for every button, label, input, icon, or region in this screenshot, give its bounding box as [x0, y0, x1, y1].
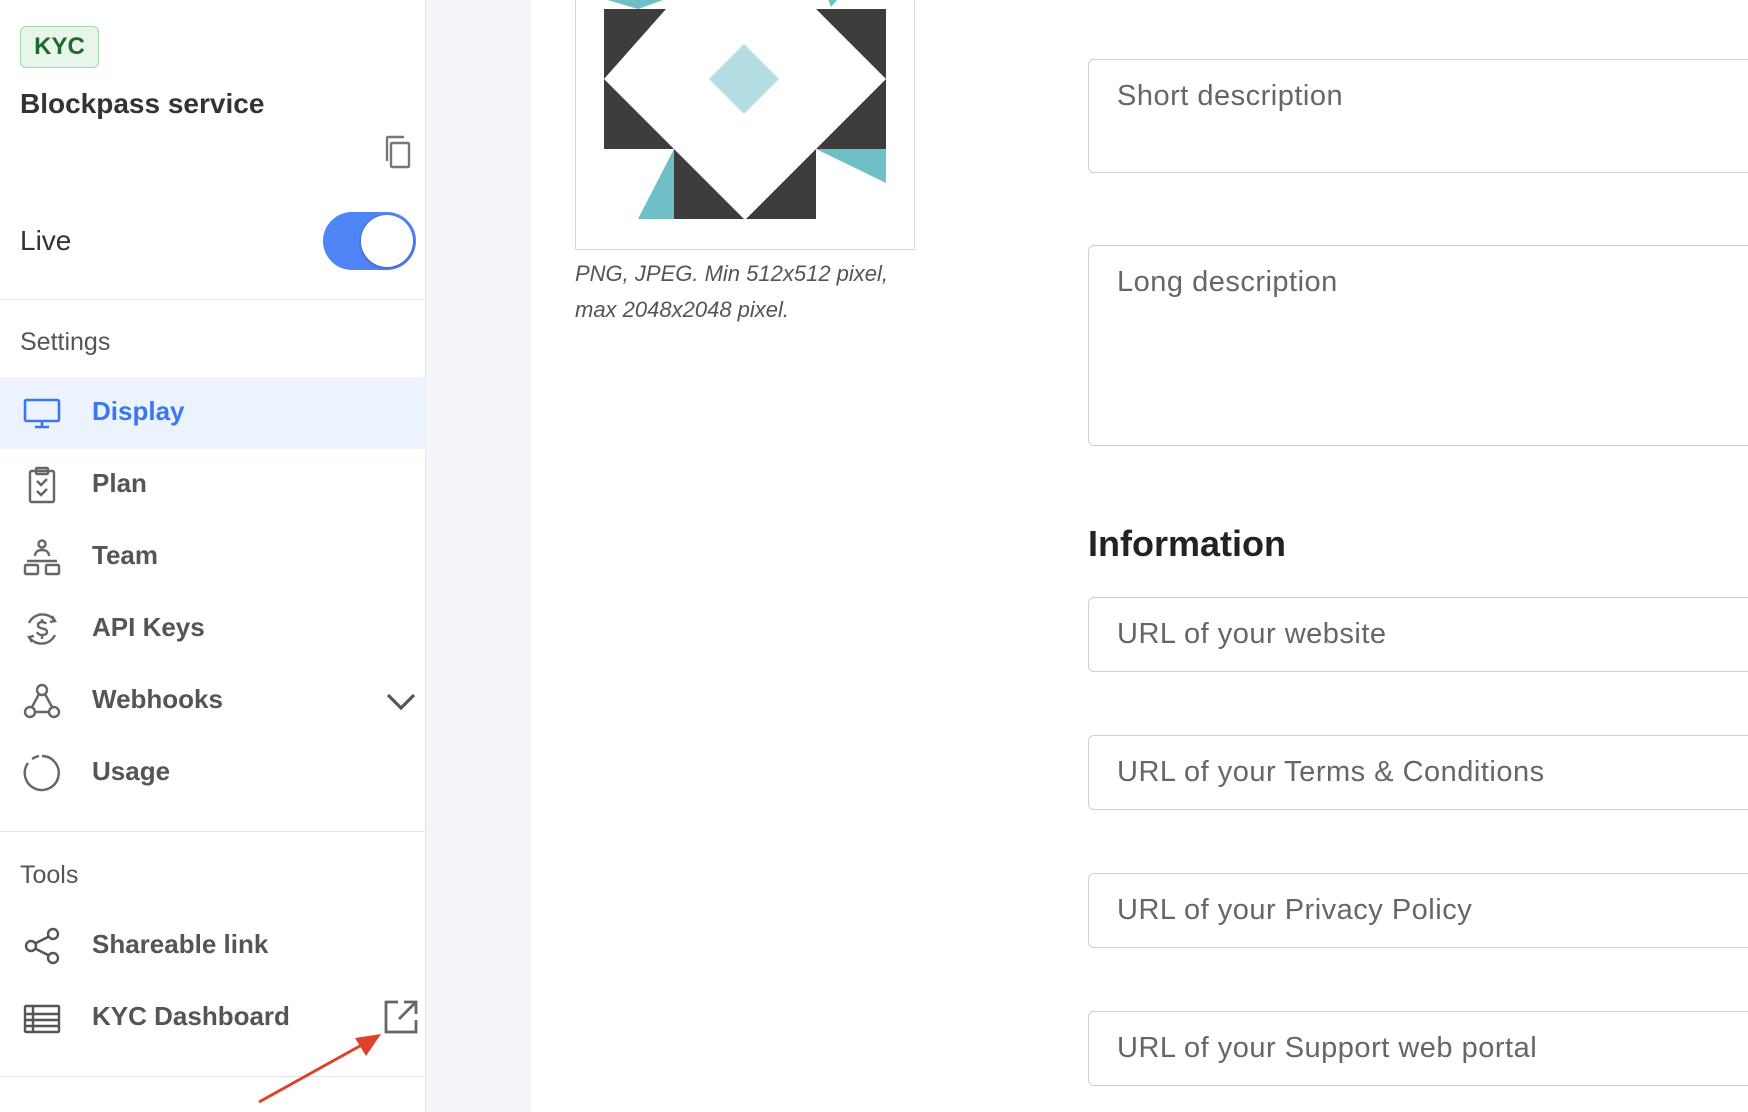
- sidebar-item-team[interactable]: Team: [0, 521, 452, 593]
- sidebar-item-display[interactable]: Display: [0, 377, 452, 449]
- chevron-down-icon[interactable]: [383, 685, 419, 717]
- divider: [0, 299, 426, 300]
- external-link-icon[interactable]: [382, 998, 420, 1036]
- short-description-field[interactable]: Short description: [1088, 59, 1748, 173]
- logo-image: [602, 0, 890, 223]
- kyc-badge: KYC: [20, 26, 99, 68]
- sidebar-item-shareable-link[interactable]: Shareable link: [0, 910, 452, 982]
- sidebar-item-webhooks[interactable]: Webhooks: [0, 665, 452, 737]
- sidebar-item-label: Usage: [92, 756, 171, 786]
- long-description-field[interactable]: Long description: [1088, 245, 1748, 446]
- settings-section-label: Settings: [20, 328, 111, 356]
- sidebar-item-label: API Keys: [92, 612, 205, 642]
- support-url-label: URL of your Support web portal: [1117, 1032, 1538, 1064]
- monitor-icon: [22, 393, 62, 433]
- terms-url-field[interactable]: URL of your Terms & Conditions: [1088, 735, 1748, 810]
- logo-preview[interactable]: [575, 0, 915, 250]
- long-description-label: Long description: [1117, 266, 1338, 298]
- terms-url-label: URL of your Terms & Conditions: [1117, 756, 1545, 788]
- short-description-label: Short description: [1117, 80, 1344, 112]
- information-heading: Information: [1088, 523, 1286, 564]
- live-label: Live: [20, 225, 72, 256]
- website-url-field[interactable]: URL of your website: [1088, 597, 1748, 672]
- sidebar-item-label: KYC Dashboard: [92, 1001, 290, 1031]
- sidebar-item-api-keys[interactable]: API Keys: [0, 593, 452, 665]
- live-toggle[interactable]: [323, 212, 416, 270]
- divider: [0, 831, 426, 832]
- sidebar-item-label: Shareable link: [92, 929, 269, 959]
- share-icon: [22, 926, 62, 966]
- support-url-field[interactable]: URL of your Support web portal: [1088, 1011, 1748, 1086]
- sidebar-item-usage[interactable]: Usage: [0, 737, 452, 809]
- privacy-url-label: URL of your Privacy Policy: [1117, 894, 1473, 926]
- privacy-url-field[interactable]: URL of your Privacy Policy: [1088, 873, 1748, 948]
- table-icon: [22, 998, 62, 1038]
- sidebar-item-plan[interactable]: Plan: [0, 449, 452, 521]
- logo-requirements-note: PNG, JPEG. Min 512x512 pixel, max 2048x2…: [575, 261, 889, 322]
- sidebar-item-label: Display: [92, 396, 185, 426]
- service-title: Blockpass service: [20, 88, 265, 119]
- sidebar-item-label: Webhooks: [92, 684, 223, 714]
- tools-section-label: Tools: [20, 861, 79, 889]
- annotation-arrow: [258, 1034, 381, 1104]
- copy-icon[interactable]: [382, 134, 414, 170]
- clipboard-check-icon: [22, 465, 62, 505]
- sidebar-item-label: Team: [92, 540, 158, 570]
- webhook-icon: [22, 681, 62, 721]
- dollar-sync-icon: [22, 609, 62, 649]
- team-hierarchy-icon: [22, 537, 62, 577]
- sidebar: KYC Blockpass service Live Settings Disp…: [0, 0, 452, 1112]
- sidebar-item-label: Plan: [92, 468, 147, 498]
- toggle-knob: [361, 215, 413, 267]
- website-url-label: URL of your website: [1117, 618, 1387, 650]
- usage-ring-icon: [22, 753, 62, 793]
- content-gutter: [426, 0, 531, 1112]
